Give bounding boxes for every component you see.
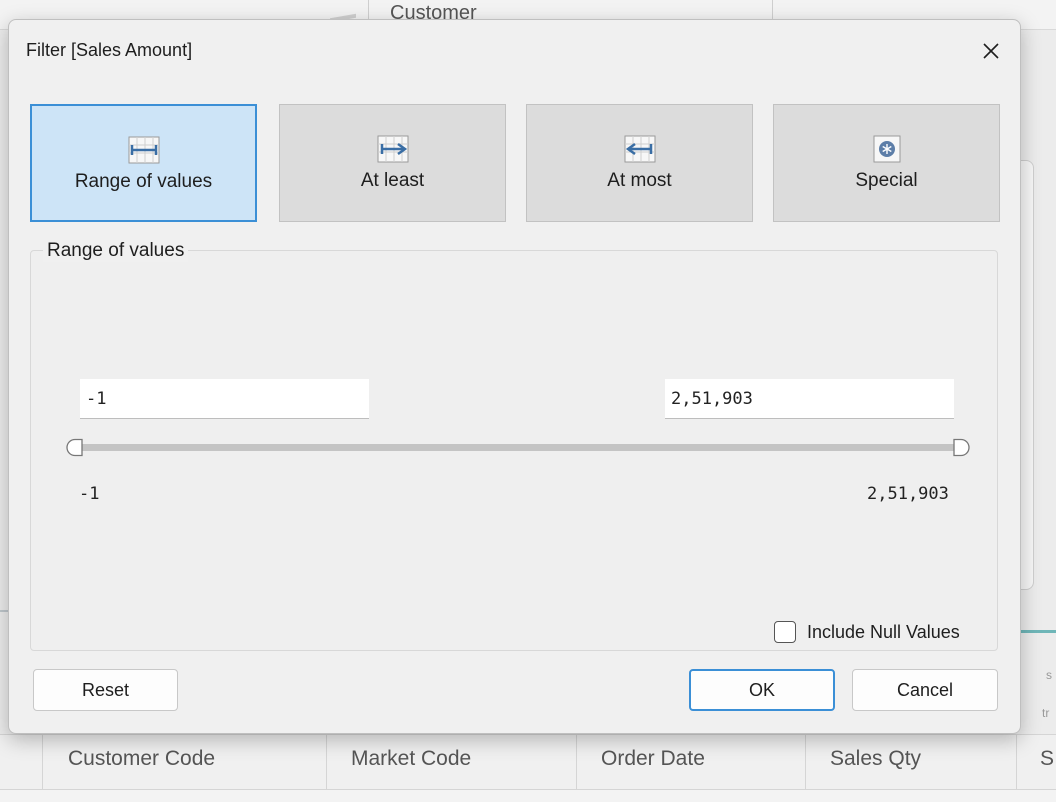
tab-label: Special [855,170,918,191]
filter-dialog: Filter [Sales Amount] Range of values At… [8,19,1021,734]
tab-special[interactable]: Special [773,104,1000,222]
slider-min-handle[interactable] [66,438,84,457]
tab-label: At most [607,170,672,191]
background-teal-line [1020,630,1056,633]
background-table-header: Customer Code Market Code Order Date Sal… [0,734,1056,791]
include-null-label[interactable]: Include Null Values [807,622,960,643]
min-value-input[interactable]: -1 [80,379,369,419]
include-null-checkbox[interactable] [774,621,796,643]
column-header-customer-code[interactable]: Customer Code [68,747,215,771]
tab-at-most[interactable]: At most [526,104,753,222]
column-header-partial[interactable]: S [1040,747,1054,771]
column-separator [42,735,43,791]
range-of-values-icon [128,136,159,164]
at-most-icon [624,135,655,163]
special-icon [873,135,900,163]
range-min-label: -1 [79,484,100,504]
background-table-row [0,790,1056,802]
ok-button[interactable]: OK [689,669,835,711]
column-separator [326,735,327,791]
range-group-label: Range of values [43,240,189,262]
close-icon [983,43,999,59]
tab-label: Range of values [74,171,213,192]
tab-range-of-values[interactable]: Range of values [30,104,257,222]
column-header-sales-qty[interactable]: Sales Qty [830,747,921,771]
column-separator [1016,735,1017,791]
cancel-button[interactable]: Cancel [852,669,998,711]
range-slider-track[interactable] [75,444,961,451]
tab-at-least[interactable]: At least [279,104,506,222]
column-header-order-date[interactable]: Order Date [601,747,705,771]
tab-label: At least [360,170,425,191]
slider-max-handle[interactable] [952,438,970,457]
close-button[interactable] [974,34,1008,68]
background-partial-text: s [1046,668,1052,682]
background-right-panel [1020,160,1034,590]
column-header-market-code[interactable]: Market Code [351,747,471,771]
range-max-label: 2,51,903 [867,484,949,504]
reset-button[interactable]: Reset [33,669,178,711]
at-least-icon [377,135,408,163]
column-separator [805,735,806,791]
background-partial-text: tr [1042,706,1050,720]
dialog-title: Filter [Sales Amount] [26,40,193,60]
column-separator [576,735,577,791]
max-value-input[interactable]: 2,51,903 [665,379,954,419]
